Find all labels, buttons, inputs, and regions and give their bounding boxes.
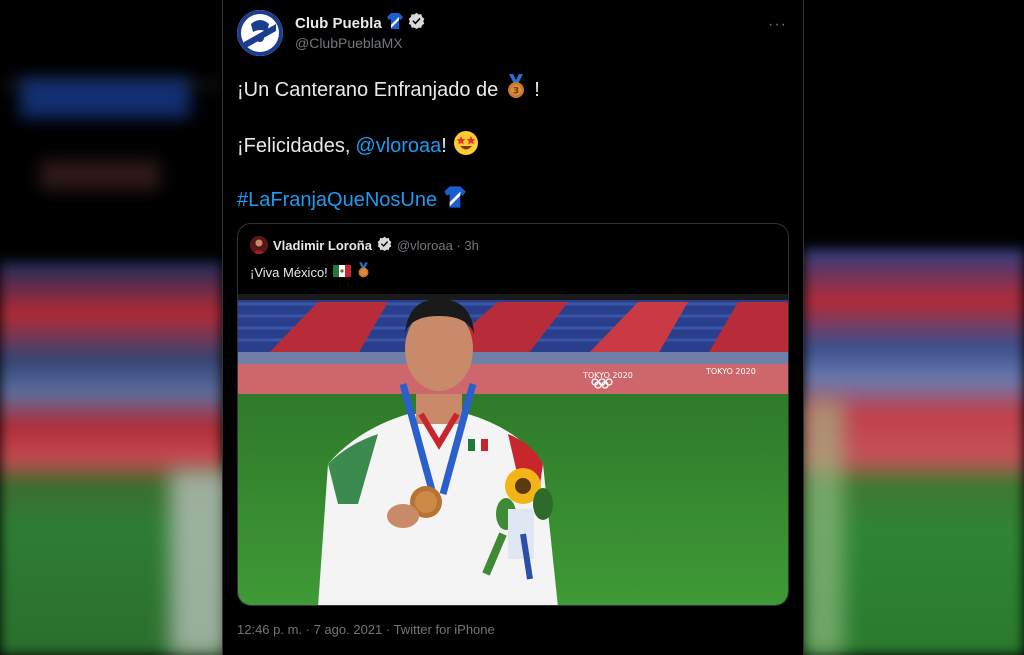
jersey-emoji-icon <box>443 185 467 215</box>
mention-link[interactable]: @vloroaa <box>355 135 441 158</box>
quoted-tweet-photo[interactable]: TOKYO 2020 TOKYO 2020 <box>238 294 788 605</box>
more-options-icon[interactable]: ··· <box>768 16 787 34</box>
tweet-text: ¡Un Canterano Enfranjado de <box>237 78 499 101</box>
blurred-background-figure <box>170 470 230 655</box>
display-name[interactable]: Club Puebla <box>295 15 382 32</box>
star-struck-emoji-icon <box>453 130 479 162</box>
quoted-tweet-header: Vladimir Loroña @vloroaa · 3h <box>250 236 479 254</box>
tweet-text-line: ¡Felicidades, @vloroaa ! <box>237 130 479 162</box>
verified-badge-icon <box>408 12 425 34</box>
mexico-flag-emoji-icon <box>332 264 351 280</box>
quoted-avatar[interactable] <box>250 236 268 254</box>
quoted-tweet-text: ¡Viva México! <box>250 264 328 280</box>
blurred-background-figure <box>804 400 844 655</box>
quoted-tweet[interactable]: Vladimir Loroña @vloroaa · 3h ¡Viva Méxi… <box>237 223 789 606</box>
jersey-emoji-icon <box>386 12 404 35</box>
banner-text: TOKYO 2020 <box>705 367 756 376</box>
bronze-medal-emoji-icon: 3 <box>504 74 528 106</box>
quoted-display-name[interactable]: Vladimir Loroña <box>273 238 372 253</box>
banner-text: TOKYO 2020 <box>582 371 633 380</box>
verified-badge-icon <box>377 236 392 254</box>
svg-text:3: 3 <box>513 87 519 97</box>
tweet-text: ¡Felicidades, <box>237 134 351 157</box>
quoted-handle-time: @vloroaa · 3h <box>396 237 479 253</box>
screenshot-stage: Club Puebla @ClubPueblaMX ··· ¡Un Canter… <box>0 0 1024 655</box>
bronze-medal-emoji-icon <box>356 262 371 282</box>
author-name-row: Club Puebla <box>295 12 425 35</box>
quoted-tweet-text-line: ¡Viva México! <box>250 262 371 282</box>
tweet-text: ! <box>534 78 540 101</box>
author-handle[interactable]: @ClubPueblaMX <box>295 35 403 51</box>
blurred-background-band <box>40 160 160 190</box>
tweet-text-line: #LaFranjaQueNosUne <box>237 185 467 215</box>
tweet-timestamp[interactable]: 12:46 p. m. · 7 ago. 2021 · Twitter for … <box>237 622 495 637</box>
tweet-card[interactable]: Club Puebla @ClubPueblaMX ··· ¡Un Canter… <box>222 0 804 655</box>
blurred-background-band <box>20 78 190 118</box>
avatar[interactable] <box>237 10 283 56</box>
tweet-text-line: ¡Un Canterano Enfranjado de 3 ! <box>237 74 540 106</box>
tweet-text: ! <box>441 134 447 157</box>
hashtag-link[interactable]: #LaFranjaQueNosUne <box>237 189 437 212</box>
